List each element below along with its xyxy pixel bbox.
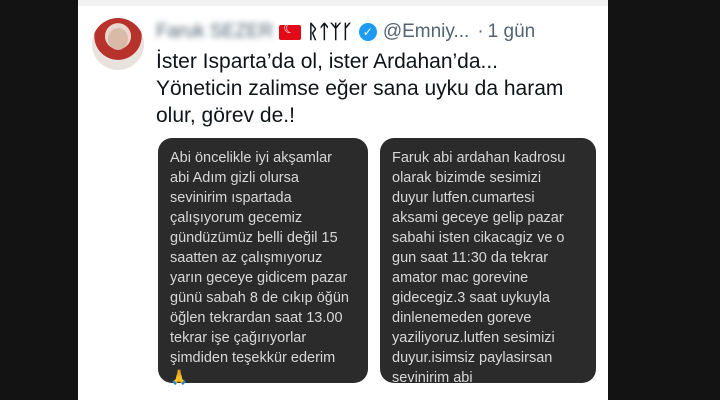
message-line: amator mac gorevine (392, 270, 529, 286)
author-handle[interactable]: @Emniy... (383, 21, 470, 43)
avatar[interactable] (92, 18, 144, 70)
timestamp[interactable]: 1 gün (488, 21, 536, 43)
message-line: sevinirim ıspartada (170, 190, 292, 206)
tweet-header: Faruk SEZER ᚱᛏᛉᚴ ✓ @Emniy... · 1 gün (156, 20, 535, 44)
runic-name: ᚱᛏᛉᚴ (307, 21, 353, 43)
message-line: Abi öncelikle iyi akşamlar (170, 150, 332, 166)
message-line: abi Adım gizli olursa (170, 170, 299, 186)
message-line: gündüzümüz belli değil 15 (170, 230, 338, 246)
message-line: tekrar işe çağırıyorlar (170, 330, 307, 346)
verified-badge-icon: ✓ (358, 23, 377, 41)
tweet-text-line: Yöneticin zalimse eğer sana uyku da hara… (156, 77, 564, 100)
praying-hands-icon: 🙏 (170, 370, 189, 386)
message-line: yaziliyoruz.lutfen sesimizi (392, 330, 555, 346)
message-line: şimdiden teşekkür ederim (170, 350, 336, 366)
tweet-text-line: İster Isparta’da ol, ister Ardahan’da... (156, 50, 499, 73)
separator-dot: · (477, 21, 484, 42)
message-line: öğlen tekrardan saat 13.00 (170, 310, 343, 326)
tweet-text: İster Isparta’da ol, ister Ardahan’da...… (156, 48, 596, 129)
message-line: aksami geceye gelip pazar (392, 210, 564, 226)
message-line: çalışıyorum gecemiz (170, 210, 303, 226)
message-line: gun saat 11:30 da tekrar (392, 250, 549, 266)
author-name[interactable]: Faruk SEZER (156, 21, 273, 43)
divider (78, 0, 608, 6)
message-line: sevinirim abi (392, 370, 473, 386)
left-background (0, 0, 78, 400)
attached-image-right[interactable]: Faruk abi ardahan kadrosu olarak bizimde… (380, 138, 596, 386)
message-line: saatten az çalışmıyoruz (170, 250, 323, 266)
message-line: duyur lutfen.cumartesi (392, 190, 535, 206)
message-line: günü sabah 8 de cıkıp öğün (170, 290, 349, 306)
message-line: dinlenemeden goreve (392, 310, 532, 326)
message-line: duyur.isimsiz paylasirsan (392, 350, 553, 366)
tweet-card[interactable]: Faruk SEZER ᚱᛏᛉᚴ ✓ @Emniy... · 1 gün İst… (78, 0, 608, 400)
message-line: yarın geceye gidicem pazar (170, 270, 348, 286)
message-line: olarak bizimde sesimizi (392, 170, 542, 186)
tweet-text-line: olur, görev de.! (156, 104, 295, 127)
right-background (608, 0, 720, 400)
avatar-face (108, 28, 128, 50)
message-line: sabahi isten cikacagiz ve o (392, 230, 565, 246)
message-line: Faruk abi ardahan kadrosu (392, 150, 566, 166)
turkish-flag-icon (279, 21, 302, 40)
attached-image-left[interactable]: Abi öncelikle iyi akşamlar abi Adım gizl… (158, 138, 368, 386)
message-line: gidecegiz.3 saat uykuyla (392, 290, 550, 306)
